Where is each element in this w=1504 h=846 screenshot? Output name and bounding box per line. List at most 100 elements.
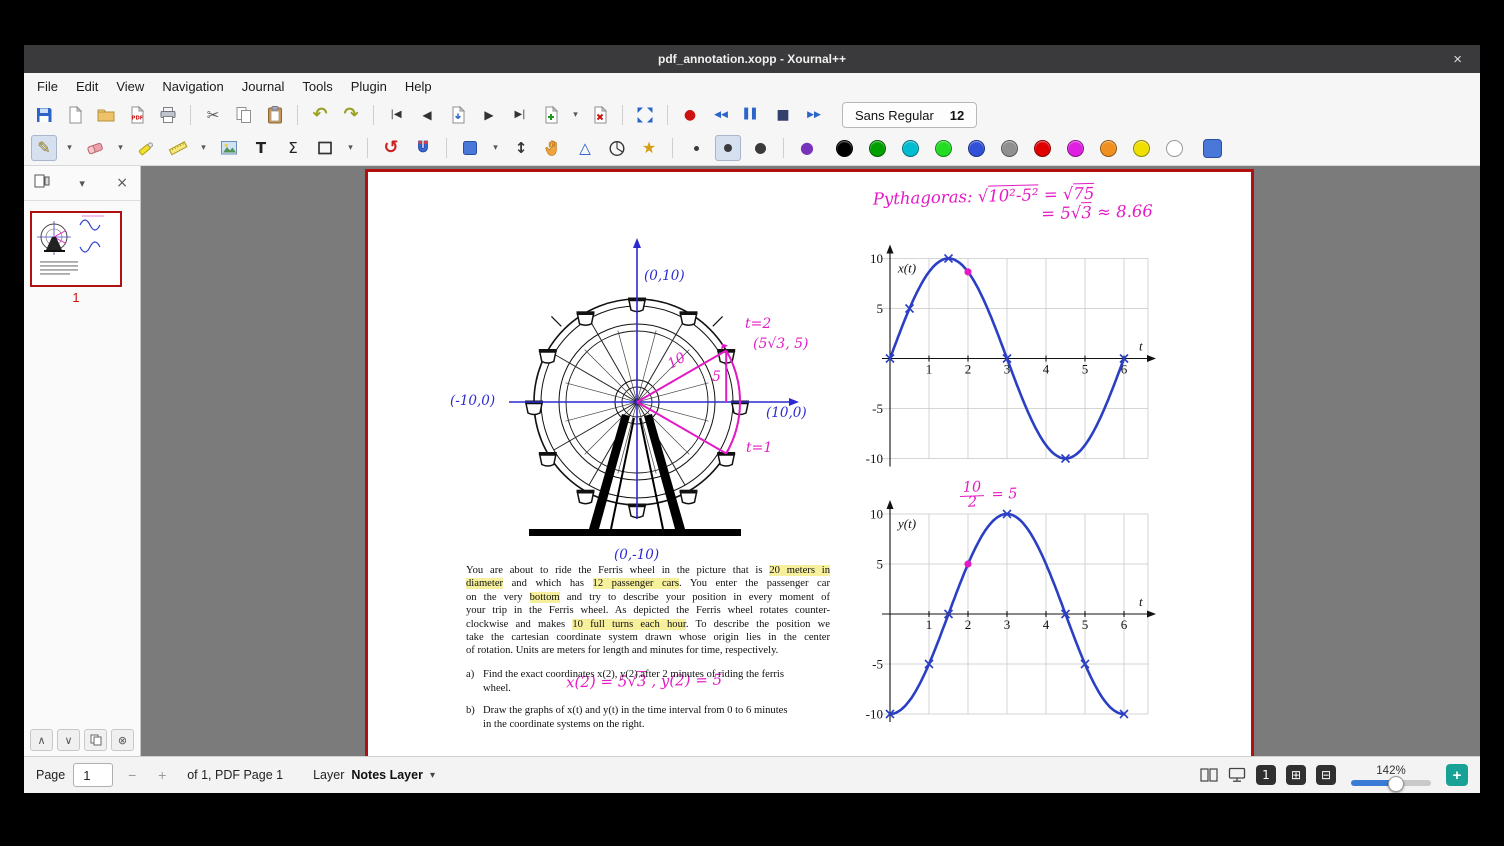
snapping-tool-button[interactable] [410, 135, 436, 161]
paste-button[interactable] [262, 102, 288, 128]
select-options-button[interactable]: ▾ [489, 135, 502, 161]
thickness-fine-button[interactable] [683, 135, 709, 161]
stop-button[interactable]: ■ [770, 102, 796, 128]
menu-journal[interactable]: Journal [233, 76, 294, 97]
copy-button[interactable] [231, 102, 257, 128]
save-button[interactable] [31, 102, 57, 128]
sidebar-header: ▾ × [24, 166, 140, 201]
dual-page-view-button[interactable] [1200, 767, 1218, 783]
new-document-button[interactable] [62, 102, 88, 128]
pen-tool-button[interactable]: ✎ [31, 135, 57, 161]
hand-tool-button[interactable] [540, 135, 566, 161]
new-page-options-button[interactable]: ▾ [569, 102, 582, 128]
draw-arc-tool-button[interactable] [604, 135, 630, 161]
new-page-after-button[interactable] [538, 102, 564, 128]
toolbar-separator [297, 105, 298, 125]
color-swatch-909090[interactable] [1001, 139, 1018, 157]
font-selector-button[interactable]: Sans Regular 12 [842, 102, 978, 128]
sidebar-duplicate-button[interactable] [84, 729, 107, 751]
page-thumbnail[interactable] [30, 211, 122, 287]
eraser-options-button[interactable]: ▾ [114, 135, 127, 161]
delete-page-button[interactable] [587, 102, 613, 128]
sidebar-chevron-icon[interactable]: ▾ [77, 175, 87, 192]
rewind-button[interactable]: ◀◀ [708, 102, 734, 128]
shape-recognizer-button[interactable]: ↺ [378, 135, 404, 161]
pause-button[interactable]: ▌▌ [739, 102, 765, 128]
goto-page-button[interactable] [445, 102, 471, 128]
ruler-tool-button[interactable] [165, 135, 191, 161]
pen-options-button[interactable]: ▾ [63, 135, 76, 161]
color-swatch-00a000[interactable] [869, 139, 886, 157]
window-title: pdf_annotation.xopp - Xournal++ [657, 52, 846, 66]
open-button[interactable] [93, 102, 119, 128]
goto-last-button[interactable]: ▶| [507, 102, 533, 128]
forward-button[interactable]: ▶▶ [801, 102, 827, 128]
shape-options-icon: ▾ [348, 142, 353, 153]
sidebar-down-button[interactable]: ∨ [57, 729, 80, 751]
window-close-button[interactable]: × [1447, 45, 1468, 73]
eraser-tool-button[interactable] [82, 135, 108, 161]
redo-button[interactable]: ↷ [338, 102, 364, 128]
svg-text:5: 5 [877, 557, 884, 572]
color-swatches [836, 139, 1183, 157]
zoom-slider[interactable] [1351, 775, 1431, 792]
fullscreen-button[interactable] [632, 102, 658, 128]
color-swatch-ffffff[interactable] [1166, 139, 1183, 157]
draw-triangle-tool-button[interactable]: △ [572, 135, 598, 161]
color-swatch-3050d8[interactable] [968, 139, 985, 157]
goto-next-button[interactable]: ▶ [476, 102, 502, 128]
color-swatch-00bcd0[interactable] [902, 139, 919, 157]
presentation-mode-button[interactable] [1228, 767, 1246, 783]
grid-zoom-out-button[interactable]: ⊟ [1316, 765, 1336, 785]
text-tool-button[interactable]: T [248, 135, 274, 161]
vertical-space-tool-button[interactable]: ↕ [508, 135, 534, 161]
goto-previous-button[interactable]: ◀ [414, 102, 440, 128]
export-pdf-button[interactable]: PDF [124, 102, 150, 128]
pdf-page[interactable]: (0,10) (-10,0) (10,0) (0,-10) t=2 (5√3, … [365, 169, 1254, 756]
svg-text:1: 1 [926, 617, 933, 632]
menu-file[interactable]: File [28, 76, 67, 97]
sidebar-close-icon[interactable]: × [114, 173, 130, 193]
menu-plugin[interactable]: Plugin [342, 76, 396, 97]
sidebar-up-button[interactable]: ∧ [30, 729, 53, 751]
sidebar-close-page-button[interactable]: ⊗ [111, 729, 134, 751]
fill-tool-button[interactable]: ● [794, 135, 820, 161]
current-color-button[interactable] [1203, 138, 1222, 158]
shape-options-button[interactable]: ▾ [344, 135, 357, 161]
goto-first-button[interactable]: |◀ [383, 102, 409, 128]
single-page-mode-button[interactable]: 1 [1256, 765, 1276, 785]
thickness-medium-button[interactable] [715, 135, 741, 161]
record-audio-button[interactable]: ● [677, 102, 703, 128]
highlighter-tool-button[interactable] [133, 135, 159, 161]
grid-zoom-in-button[interactable]: ⊞ [1286, 765, 1306, 785]
svg-text:10: 10 [870, 251, 883, 266]
color-swatch-e020e0[interactable] [1067, 139, 1084, 157]
shape-tool-button[interactable] [312, 135, 338, 161]
color-swatch-22dd22[interactable] [935, 139, 952, 157]
page-increment-button[interactable]: + [151, 763, 173, 787]
menu-edit[interactable]: Edit [67, 76, 107, 97]
color-swatch-f09020[interactable] [1100, 139, 1117, 157]
image-tool-button[interactable] [216, 135, 242, 161]
thickness-thick-button[interactable] [747, 135, 773, 161]
menu-navigation[interactable]: Navigation [153, 76, 232, 97]
zoom-in-button[interactable]: + [1446, 764, 1468, 786]
page-number-input[interactable]: 1 [73, 763, 114, 787]
menu-tools[interactable]: Tools [293, 76, 341, 97]
zoom-slider-knob[interactable] [1388, 775, 1404, 792]
menu-help[interactable]: Help [396, 76, 441, 97]
menu-view[interactable]: View [107, 76, 153, 97]
draw-star-tool-button[interactable]: ★ [636, 135, 662, 161]
color-swatch-000000[interactable] [836, 139, 853, 157]
ruler-options-button[interactable]: ▾ [197, 135, 210, 161]
select-rectangle-tool-button[interactable] [457, 135, 483, 161]
document-canvas[interactable]: (0,10) (-10,0) (10,0) (0,-10) t=2 (5√3, … [141, 166, 1480, 756]
print-button[interactable] [155, 102, 181, 128]
undo-button[interactable]: ↶ [307, 102, 333, 128]
color-swatch-f0e000[interactable] [1133, 139, 1150, 157]
layer-selector[interactable]: Layer Notes Layer ▾ [307, 767, 441, 783]
color-swatch-e00000[interactable] [1034, 139, 1051, 157]
math-tex-tool-button[interactable]: Σ [280, 135, 306, 161]
cut-button[interactable]: ✂ [200, 102, 226, 128]
page-decrement-button[interactable]: − [121, 763, 143, 787]
